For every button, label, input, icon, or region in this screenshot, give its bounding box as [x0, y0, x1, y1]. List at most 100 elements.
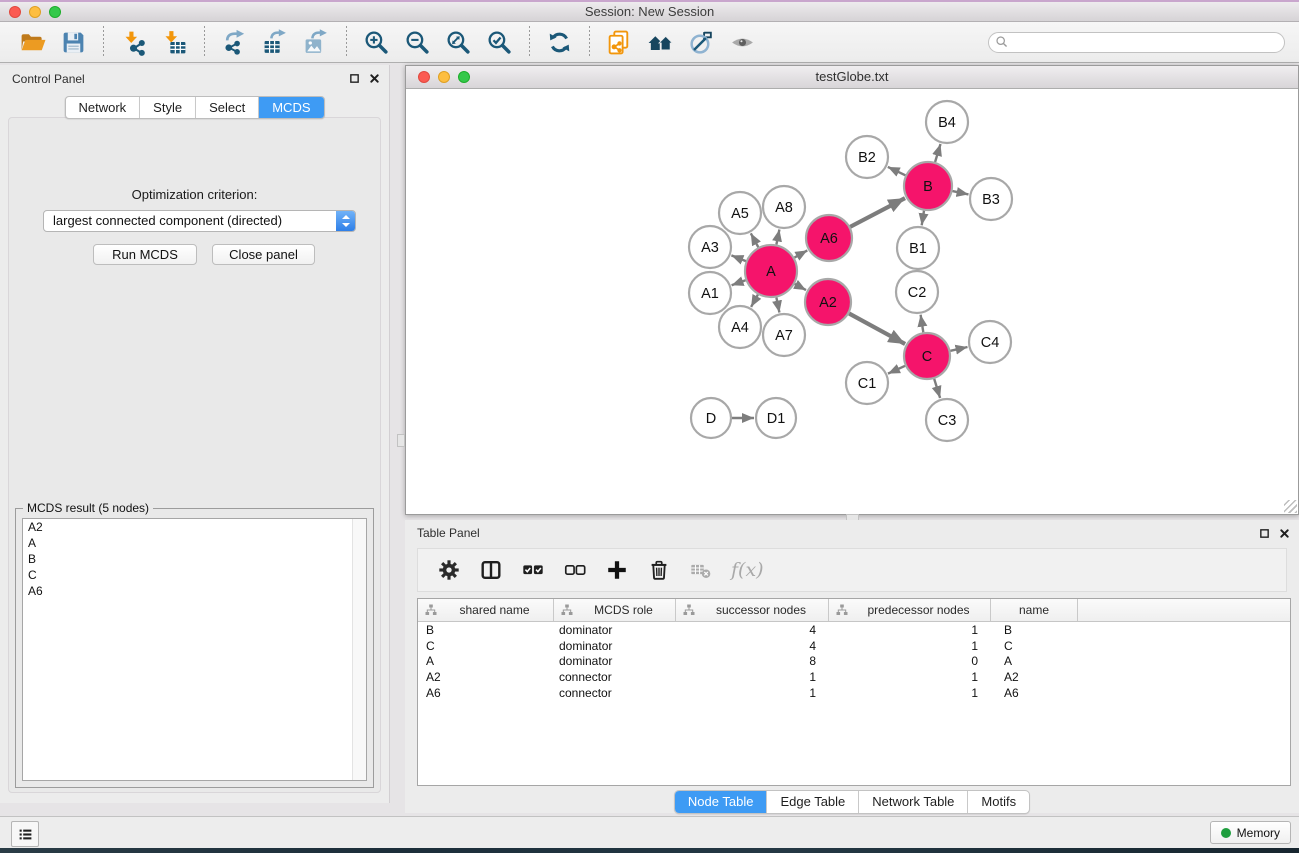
network-canvas[interactable]: A A1 A2 A3 A4 A5 A6 A7 A8 B B1 B2 B3 — [406, 89, 1298, 514]
graph-node-B[interactable]: B — [904, 162, 952, 210]
tab-edge-table[interactable]: Edge Table — [767, 791, 859, 813]
table-row[interactable]: Cdominator41C — [418, 638, 1290, 654]
graph-edge-A-A4[interactable] — [751, 295, 758, 307]
tab-node-table[interactable]: Node Table — [675, 791, 768, 813]
minimize-window-button[interactable] — [29, 6, 41, 18]
network-window-titlebar[interactable]: testGlobe.txt — [406, 66, 1298, 89]
graph-node-B3[interactable]: B3 — [970, 178, 1012, 220]
table-row[interactable]: A2connector11A2 — [418, 669, 1290, 685]
hide-toggle-icon[interactable] — [688, 29, 715, 56]
float-panel-icon[interactable] — [1259, 528, 1270, 539]
zoom-window-button[interactable] — [49, 6, 61, 18]
graph-edge-C-C1[interactable] — [888, 366, 905, 374]
task-history-button[interactable] — [11, 821, 39, 847]
add-icon[interactable] — [605, 558, 629, 582]
float-panel-icon[interactable] — [349, 73, 360, 84]
open-folder-icon[interactable] — [19, 29, 46, 56]
graph-node-D1[interactable]: D1 — [756, 398, 796, 438]
import-table-icon[interactable] — [161, 29, 188, 56]
graph-edge-B-B1[interactable] — [922, 211, 924, 226]
graph-node-C1[interactable]: C1 — [846, 362, 888, 404]
close-panel-button[interactable]: Close panel — [212, 244, 315, 265]
graph-node-A1[interactable]: A1 — [689, 272, 731, 314]
close-panel-icon[interactable] — [369, 73, 380, 84]
zoom-in-icon[interactable] — [363, 29, 390, 56]
table-row[interactable]: Bdominator41B — [418, 622, 1290, 638]
zoom-selected-icon[interactable] — [486, 29, 513, 56]
run-mcds-button[interactable]: Run MCDS — [93, 244, 197, 265]
vertical-splitter-handle[interactable] — [397, 434, 405, 447]
gear-icon[interactable] — [437, 558, 461, 582]
zoom-fit-icon[interactable] — [445, 29, 472, 56]
tab-network[interactable]: Network — [65, 97, 140, 118]
graph-node-C3[interactable]: C3 — [926, 399, 968, 441]
table-row[interactable]: A6connector11A6 — [418, 685, 1290, 701]
graph-edge-B-B3[interactable] — [953, 191, 969, 194]
zoom-out-icon[interactable] — [404, 29, 431, 56]
graph-edge-C-C2[interactable] — [921, 315, 924, 333]
graph-edge-A-A2[interactable] — [795, 284, 806, 290]
zoom-window-button[interactable] — [458, 71, 470, 83]
column-header-successor-nodes[interactable]: successor nodes — [676, 599, 829, 621]
graph-node-A4[interactable]: A4 — [719, 306, 761, 348]
graph-node-C4[interactable]: C4 — [969, 321, 1011, 363]
graph-node-C[interactable]: C — [904, 333, 950, 379]
column-header-MCDS-role[interactable]: MCDS role — [554, 599, 676, 621]
import-network-icon[interactable] — [120, 29, 147, 56]
export-image-icon[interactable] — [303, 29, 330, 56]
export-network-icon[interactable] — [221, 29, 248, 56]
graph-node-D[interactable]: D — [691, 398, 731, 438]
graph-node-B1[interactable]: B1 — [897, 227, 939, 269]
graph-edge-B-B2[interactable] — [888, 167, 906, 175]
graph-node-A[interactable]: A — [745, 245, 797, 297]
graph-edge-A6-B[interactable] — [850, 198, 905, 227]
graph-edge-A2-C[interactable] — [849, 314, 905, 345]
mcds-result-list[interactable]: A2ABCA6 — [22, 518, 367, 781]
refresh-icon[interactable] — [546, 29, 573, 56]
mcds-result-item[interactable]: A — [23, 535, 366, 551]
graph-node-A6[interactable]: A6 — [806, 215, 852, 261]
delete-icon[interactable] — [647, 558, 671, 582]
graph-edge-B-B4[interactable] — [935, 144, 940, 162]
search-field[interactable] — [988, 32, 1285, 53]
column-header-name[interactable]: name — [991, 599, 1078, 621]
column-header-predecessor-nodes[interactable]: predecessor nodes — [829, 599, 991, 621]
function-builder-icon[interactable]: f(x) — [731, 559, 764, 581]
column-header-shared-name[interactable]: shared name — [418, 599, 554, 621]
graph-edge-C-C3[interactable] — [934, 379, 940, 398]
tab-style[interactable]: Style — [140, 97, 196, 118]
memory-button[interactable]: Memory — [1210, 821, 1291, 844]
save-icon[interactable] — [60, 29, 87, 56]
graph-node-A5[interactable]: A5 — [719, 192, 761, 234]
close-panel-icon[interactable] — [1279, 528, 1290, 539]
mcds-result-item[interactable]: A6 — [23, 583, 366, 599]
graph-edge-A-A5[interactable] — [751, 233, 759, 247]
tab-select[interactable]: Select — [196, 97, 259, 118]
copy-network-icon[interactable] — [606, 29, 633, 56]
select-all-icon[interactable] — [521, 558, 545, 582]
graph-node-A7[interactable]: A7 — [763, 314, 805, 356]
criterion-select[interactable]: largest connected component (directed) — [43, 210, 356, 232]
delete-table-icon[interactable] — [689, 558, 713, 582]
graph-edge-C-C4[interactable] — [950, 347, 967, 351]
graph-node-A3[interactable]: A3 — [689, 226, 731, 268]
eye-icon[interactable] — [729, 29, 756, 56]
graph-node-B2[interactable]: B2 — [846, 136, 888, 178]
graph-edge-A-A1[interactable] — [732, 280, 746, 285]
search-input[interactable] — [1009, 34, 1278, 50]
home-icon[interactable] — [647, 29, 674, 56]
split-columns-icon[interactable] — [479, 558, 503, 582]
graph-edge-A-A6[interactable] — [795, 250, 808, 257]
tab-network-table[interactable]: Network Table — [859, 791, 968, 813]
unselect-all-icon[interactable] — [563, 558, 587, 582]
graph-edge-A-A7[interactable] — [776, 298, 779, 313]
graph-node-A8[interactable]: A8 — [763, 186, 805, 228]
tab-mcds[interactable]: MCDS — [259, 97, 323, 118]
mcds-result-item[interactable]: A2 — [23, 519, 366, 535]
graph-node-C2[interactable]: C2 — [896, 271, 938, 313]
graph-edge-A-A8[interactable] — [776, 230, 779, 245]
close-window-button[interactable] — [9, 6, 21, 18]
graph-node-A2[interactable]: A2 — [805, 279, 851, 325]
export-table-icon[interactable] — [262, 29, 289, 56]
minimize-window-button[interactable] — [438, 71, 450, 83]
